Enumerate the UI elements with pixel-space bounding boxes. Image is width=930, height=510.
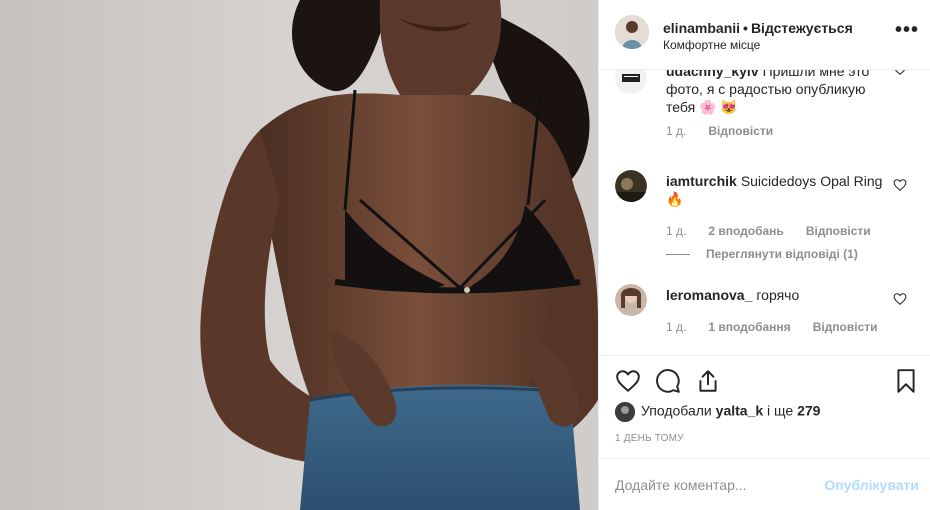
post-location[interactable]: Комфортне місце (663, 38, 760, 52)
author-line: elinambanii • Відстежується (663, 20, 853, 36)
likes-connector: і ще (767, 402, 794, 419)
comment-avatar[interactable] (615, 70, 647, 94)
post-photo[interactable] (0, 0, 598, 510)
author-username[interactable]: elinambanii (663, 20, 740, 36)
comments-list[interactable]: udachny_kyiv Пришли мне это фото, я с рад… (599, 70, 930, 356)
comment-username[interactable]: udachny_kyiv (666, 70, 759, 79)
likes-prefix: Уподобали (641, 402, 712, 419)
bookmark-icon[interactable] (893, 368, 919, 394)
liker-username[interactable]: yalta_k (716, 403, 763, 419)
post-header: elinambanii • Відстежується Комфортне місц… (599, 0, 930, 70)
comment-time[interactable]: 1 д. (666, 224, 686, 238)
likes-summary[interactable]: Уподобали yalta_k і ще 279 (615, 402, 820, 422)
comment-avatar-image (615, 170, 647, 202)
reply-button[interactable]: Відповісти (708, 124, 773, 138)
reply-button[interactable]: Відповісти (806, 224, 871, 238)
follow-status[interactable]: Відстежується (751, 20, 853, 36)
view-replies-label: Переглянути відповіді (1) (706, 247, 858, 261)
like-comment-heart-icon[interactable] (893, 292, 907, 306)
heart-icon[interactable] (615, 368, 641, 394)
reply-button[interactable]: Відповісти (813, 320, 878, 334)
comment-icon[interactable] (655, 368, 681, 394)
post-timestamp[interactable]: 1 ДЕНЬ ТОМУ (615, 433, 684, 444)
comment-text: горячо (756, 287, 800, 303)
liker-avatar-image (615, 402, 635, 422)
comment-avatar-image (615, 70, 647, 94)
more-options-icon[interactable]: ••• (895, 20, 919, 44)
comment-body: udachny_kyiv Пришли мне это фото, я с рад… (666, 70, 886, 116)
replies-divider-line (666, 254, 690, 256)
comment-username[interactable]: leromanova_ (666, 287, 752, 303)
comment-username[interactable]: iamturchik (666, 173, 737, 189)
likes-count[interactable]: 279 (797, 403, 820, 419)
like-comment-heart-icon[interactable] (893, 70, 907, 76)
comment-input[interactable] (615, 473, 825, 497)
comment-time[interactable]: 1 д. (666, 124, 686, 138)
comment-likes-count[interactable]: 1 вподобання (708, 320, 790, 334)
author-avatar-image (615, 15, 649, 49)
comment-avatar-image (615, 284, 647, 316)
author-avatar[interactable] (615, 15, 649, 49)
comment-meta: 1 д. Відповісти (666, 124, 795, 138)
like-comment-heart-icon[interactable] (893, 178, 907, 192)
photo-illustration (0, 0, 598, 510)
header-separator: • (743, 20, 748, 36)
comment-avatar[interactable] (615, 170, 647, 202)
share-icon[interactable] (695, 368, 721, 394)
post-details-panel: elinambanii • Відстежується Комфортне місц… (598, 0, 930, 510)
publish-button[interactable]: Опублікувати (824, 477, 919, 493)
comment-meta: 1 д. 2 вподобань Відповісти (666, 224, 893, 238)
liker-avatar (615, 402, 635, 422)
post-actions-bar (599, 356, 930, 406)
comment-time[interactable]: 1 д. (666, 320, 686, 334)
comment-body: iamturchik Suicidedoys Opal Ring 🔥 (666, 172, 886, 208)
view-replies-button[interactable]: Переглянути відповіді (1) (666, 247, 858, 261)
comment-likes-count[interactable]: 2 вподобань (708, 224, 783, 238)
comment-avatar[interactable] (615, 284, 647, 316)
add-comment-bar: Опублікувати (599, 458, 930, 510)
comment-body: leromanova_ горячо (666, 286, 886, 304)
comment-meta: 1 д. 1 вподобання Відповісти (666, 320, 900, 334)
